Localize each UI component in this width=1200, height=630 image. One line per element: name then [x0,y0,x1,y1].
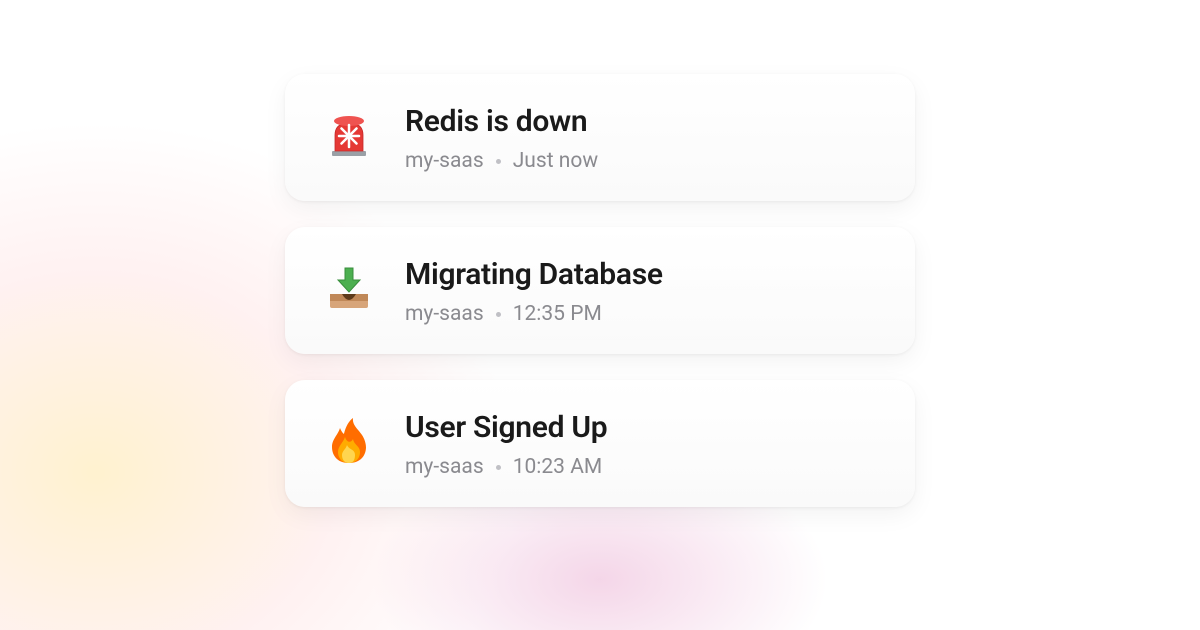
separator-dot [496,312,501,317]
project-name: my-saas [405,455,484,479]
fire-icon [321,412,377,468]
notification-card[interactable]: Migrating Database my-saas 12:35 PM [285,227,915,354]
notification-body: Migrating Database my-saas 12:35 PM [405,257,663,326]
notification-body: User Signed Up my-saas 10:23 AM [405,410,607,479]
notification-title: User Signed Up [405,410,607,445]
separator-dot [496,159,501,164]
notification-meta: my-saas 10:23 AM [405,455,607,479]
notification-meta: my-saas Just now [405,149,598,173]
notification-time: 10:23 AM [513,455,603,479]
notification-title: Migrating Database [405,257,663,292]
notification-meta: my-saas 12:35 PM [405,302,663,326]
separator-dot [496,465,501,470]
notification-card[interactable]: Redis is down my-saas Just now [285,74,915,201]
download-box-icon [321,259,377,315]
siren-icon [321,106,377,162]
notification-list: Redis is down my-saas Just now Migrating… [0,0,1200,507]
notification-time: Just now [513,149,598,173]
notification-title: Redis is down [405,104,598,139]
notification-time: 12:35 PM [513,302,602,326]
project-name: my-saas [405,149,484,173]
notification-body: Redis is down my-saas Just now [405,104,598,173]
notification-card[interactable]: User Signed Up my-saas 10:23 AM [285,380,915,507]
project-name: my-saas [405,302,484,326]
